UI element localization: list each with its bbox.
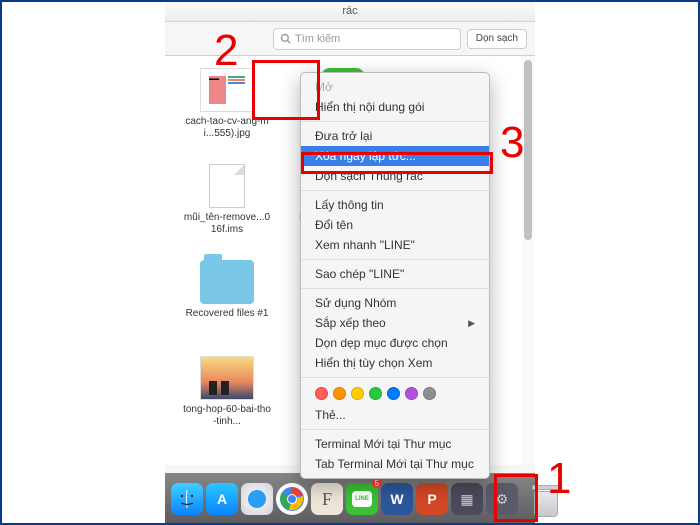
tag-blue[interactable] bbox=[387, 387, 400, 400]
tag-green[interactable] bbox=[369, 387, 382, 400]
appstore-icon[interactable]: A bbox=[206, 483, 238, 515]
word-icon[interactable]: W bbox=[381, 483, 413, 515]
tag-yellow[interactable] bbox=[351, 387, 364, 400]
file-item[interactable]: Recovered files #1 bbox=[173, 260, 281, 332]
chrome-icon[interactable] bbox=[276, 483, 308, 515]
submenu-arrow-icon: ▶ bbox=[468, 318, 475, 329]
callout-1: 1 bbox=[547, 454, 571, 504]
badge: 5 bbox=[372, 479, 382, 488]
menu-rename[interactable]: Đổi tên bbox=[301, 215, 489, 235]
folder-icon bbox=[200, 260, 254, 304]
titlebar: rác bbox=[165, 0, 535, 22]
search-icon bbox=[280, 33, 291, 44]
context-menu: Mở Hiển thị nội dung gói Đưa trở lại Xóa… bbox=[300, 72, 490, 479]
search-placeholder: Tìm kiếm bbox=[295, 33, 340, 45]
callout-3: 3 bbox=[500, 118, 524, 168]
menu-get-info[interactable]: Lấy thông tin bbox=[301, 195, 489, 215]
fonts-icon[interactable]: F bbox=[311, 483, 343, 515]
menu-show-package[interactable]: Hiển thị nội dung gói bbox=[301, 97, 489, 117]
file-label: mũi_tên-remove...016f.ims bbox=[182, 212, 272, 236]
file-thumbnail bbox=[200, 356, 254, 400]
menu-tags-more[interactable]: Thẻ... bbox=[301, 405, 489, 425]
empty-trash-button[interactable]: Dọn sạch bbox=[467, 29, 527, 49]
menu-label: Sắp xếp theo bbox=[315, 316, 386, 330]
callout-2: 2 bbox=[214, 26, 238, 76]
menu-separator bbox=[301, 377, 489, 378]
menu-separator bbox=[301, 259, 489, 260]
tag-purple[interactable] bbox=[405, 387, 418, 400]
file-item[interactable]: mũi_tên-remove...016f.ims bbox=[173, 164, 281, 236]
finder-icon[interactable] bbox=[171, 483, 203, 515]
finder-face-icon bbox=[176, 488, 198, 510]
tag-orange[interactable] bbox=[333, 387, 346, 400]
file-item[interactable]: ▬▬ cach-tao-cv-ang-mi...555).jpg bbox=[173, 68, 281, 140]
menu-empty-trash[interactable]: Dọn sạch Thùng rác bbox=[301, 166, 489, 186]
menu-delete-immediately[interactable]: Xóa ngay lập tức... bbox=[301, 146, 489, 166]
search-input[interactable]: Tìm kiếm bbox=[273, 28, 461, 50]
scroll-thumb[interactable] bbox=[524, 60, 532, 240]
safari-icon[interactable] bbox=[241, 483, 273, 515]
file-label: cach-tao-cv-ang-mi...555).jpg bbox=[182, 116, 272, 140]
menu-new-terminal[interactable]: Terminal Mới tại Thư mục bbox=[301, 434, 489, 454]
chrome-logo-icon bbox=[279, 486, 305, 512]
app-icon-2[interactable]: ⚙ bbox=[486, 483, 518, 515]
menu-separator bbox=[301, 288, 489, 289]
window-title: rác bbox=[342, 5, 357, 17]
menu-clean-up-selection[interactable]: Dọn dẹp mục được chọn bbox=[301, 333, 489, 353]
tag-gray[interactable] bbox=[423, 387, 436, 400]
file-label: Recovered files #1 bbox=[186, 308, 269, 320]
menu-quick-look[interactable]: Xem nhanh "LINE" bbox=[301, 235, 489, 255]
trash-icon[interactable] bbox=[528, 479, 529, 519]
powerpoint-icon[interactable]: P bbox=[416, 483, 448, 515]
menu-open[interactable]: Mở bbox=[301, 77, 489, 97]
menu-separator bbox=[301, 190, 489, 191]
menu-copy[interactable]: Sao chép "LINE" bbox=[301, 264, 489, 284]
app-icon-1[interactable]: ▦ bbox=[451, 483, 483, 515]
menu-sort-by[interactable]: Sắp xếp theo ▶ bbox=[301, 313, 489, 333]
menu-separator bbox=[301, 429, 489, 430]
menu-use-groups[interactable]: Sử dụng Nhóm bbox=[301, 293, 489, 313]
file-label: tong-hop-60-bai-tho-tinh... bbox=[182, 404, 272, 428]
dock: A F LINE 5 W P ▦ ⚙ bbox=[165, 473, 535, 525]
menu-separator bbox=[301, 121, 489, 122]
menu-put-back[interactable]: Đưa trở lại bbox=[301, 126, 489, 146]
compass-icon bbox=[246, 488, 268, 510]
tag-red[interactable] bbox=[315, 387, 328, 400]
menu-show-view-options[interactable]: Hiển thị tùy chọn Xem bbox=[301, 353, 489, 373]
file-item[interactable]: tong-hop-60-bai-tho-tinh... bbox=[173, 356, 281, 428]
file-thumbnail bbox=[209, 164, 245, 208]
line-dock-icon[interactable]: LINE 5 bbox=[346, 483, 378, 515]
tags-row bbox=[301, 382, 489, 405]
menu-new-terminal-tab[interactable]: Tab Terminal Mới tại Thư mục bbox=[301, 454, 489, 474]
